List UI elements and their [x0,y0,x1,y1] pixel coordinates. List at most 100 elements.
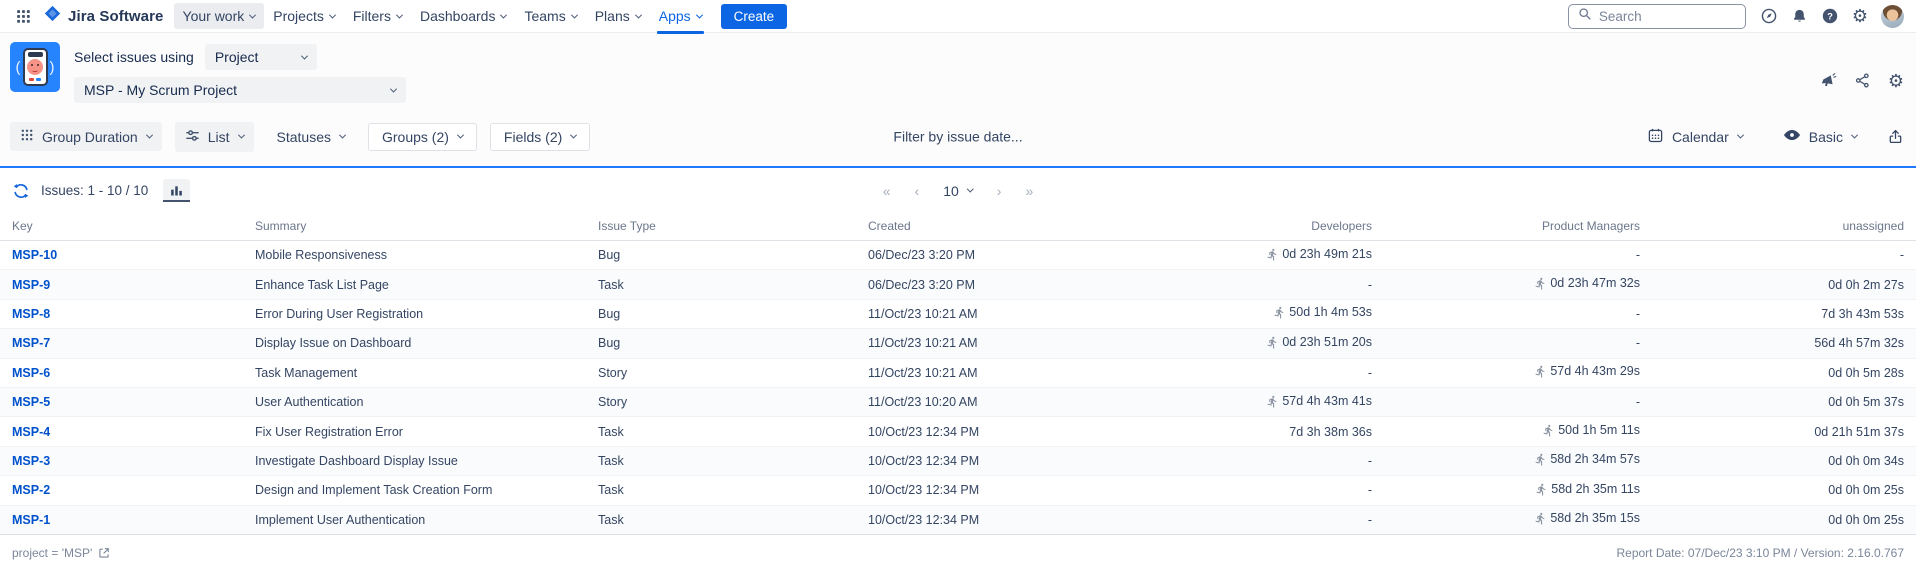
issue-key-link[interactable]: MSP-4 [12,425,50,439]
app-switcher-icon[interactable] [10,9,37,24]
search-input[interactable] [1599,9,1736,24]
nav-plans[interactable]: Plans [586,3,650,29]
global-search[interactable] [1568,4,1746,29]
jql-query-text: project = 'MSP' [12,546,92,560]
issue-key-link[interactable]: MSP-2 [12,483,50,497]
groups-button[interactable]: Groups (2) [368,123,477,151]
page-size-select[interactable]: 10 [943,183,973,199]
issue-summary-cell: Error During User Registration [255,307,598,321]
issue-key-link[interactable]: MSP-8 [12,307,50,321]
jira-logo[interactable]: Jira Software [43,4,164,28]
refresh-icon[interactable] [12,182,30,200]
help-icon[interactable]: ? [1821,7,1839,25]
product-managers-duration-cell: - [1372,248,1640,262]
issue-type-cell: Bug [598,307,868,321]
issue-summary-cell: Task Management [255,366,598,380]
nav-your-work[interactable]: Your work [174,3,265,29]
user-avatar[interactable] [1881,5,1904,28]
export-icon[interactable] [1887,128,1904,145]
col-header-unassigned[interactable]: unassigned [1640,219,1904,233]
chevron-down-icon [570,132,577,139]
jira-diamond-icon [43,4,62,28]
settings-gear-icon[interactable]: ⚙ [1852,7,1868,25]
view-list-button[interactable]: List [175,122,254,152]
issue-source-select[interactable]: Project [205,44,317,70]
col-header-issue-type[interactable]: Issue Type [598,219,868,233]
next-page-icon[interactable]: › [997,183,1002,199]
nav-apps[interactable]: Apps [650,3,711,29]
basic-mode-button[interactable]: Basic [1773,120,1867,153]
developers-duration-cell: - [1117,513,1372,527]
first-page-icon[interactable]: « [883,183,891,199]
issue-created-cell: 10/Oct/23 12:34 PM [868,425,1117,439]
product-managers-duration-cell: 0d 23h 47m 32s [1372,276,1640,293]
issue-created-cell: 11/Oct/23 10:21 AM [868,307,1117,321]
calendar-button[interactable]: Calendar [1637,121,1753,153]
external-link-icon[interactable] [98,547,110,559]
issue-key-link[interactable]: MSP-6 [12,366,50,380]
developers-duration-cell: - [1117,278,1372,292]
col-header-product-managers[interactable]: Product Managers [1372,219,1640,233]
issue-type-cell: Story [598,395,868,409]
nav-dashboards[interactable]: Dashboards [411,3,516,29]
nav-filters[interactable]: Filters [344,3,411,29]
running-timer-icon [1535,483,1548,496]
issue-type-cell: Bug [598,248,868,262]
discover-icon[interactable] [1760,7,1778,25]
issue-key-cell: MSP-9 [12,278,255,292]
report-meta-text: Report Date: 07/Dec/23 3:10 PM / Version… [1616,546,1904,560]
developers-duration-cell: - [1117,483,1372,497]
col-header-developers[interactable]: Developers [1117,219,1372,233]
issue-key-link[interactable]: MSP-5 [12,395,50,409]
issue-key-cell: MSP-7 [12,336,255,350]
footer: project = 'MSP' Report Date: 07/Dec/23 3… [0,535,1916,571]
notifications-bell-icon[interactable] [1791,8,1808,25]
product-managers-duration-cell: - [1372,336,1640,350]
running-timer-icon [1266,336,1279,349]
chart-view-icon[interactable] [163,179,190,202]
issue-created-cell: 10/Oct/23 12:34 PM [868,454,1117,468]
product-managers-duration-cell: 58d 2h 34m 57s [1372,452,1640,469]
create-button[interactable]: Create [721,4,788,29]
issue-created-cell: 10/Oct/23 12:34 PM [868,513,1117,527]
nav-teams[interactable]: Teams [515,3,585,29]
issue-type-cell: Bug [598,336,868,350]
group-duration-button[interactable]: Group Duration [10,122,162,151]
feedback-megaphone-icon[interactable] [1819,72,1837,90]
project-select[interactable]: MSP - My Scrum Project [74,77,406,103]
sliders-icon [185,128,200,146]
issue-type-cell: Task [598,425,868,439]
issue-key-link[interactable]: MSP-1 [12,513,50,527]
statuses-button[interactable]: Statuses [267,123,355,151]
col-header-created[interactable]: Created [868,219,1117,233]
issue-row: MSP-5User AuthenticationStory11/Oct/23 1… [0,388,1916,417]
col-header-key[interactable]: Key [12,219,255,233]
logo-text: Jira Software [68,8,164,25]
issue-key-link[interactable]: MSP-10 [12,248,57,262]
running-timer-icon [1534,453,1547,466]
app-logo-phone-icon: ( ) [10,42,60,92]
chevron-down-icon [237,132,244,139]
filter-by-date-input[interactable]: Filter by issue date... [893,128,1022,144]
issue-row: MSP-4Fix User Registration ErrorTask10/O… [0,417,1916,446]
developers-duration-cell: 0d 23h 49m 21s [1117,247,1372,264]
prev-page-icon[interactable]: ‹ [915,183,920,199]
last-page-icon[interactable]: » [1025,183,1033,199]
issues-bar: Issues: 1 - 10 / 10 « ‹ 10 › » [0,168,1916,211]
issue-key-cell: MSP-6 [12,366,255,380]
app-settings-gear-icon[interactable]: ⚙ [1888,72,1904,90]
unassigned-duration-cell: - [1640,248,1904,262]
share-icon[interactable] [1854,72,1871,89]
fields-button[interactable]: Fields (2) [490,123,590,151]
col-header-summary[interactable]: Summary [255,219,598,233]
developers-duration-cell: 57d 4h 43m 41s [1117,394,1372,411]
issue-key-link[interactable]: MSP-3 [12,454,50,468]
running-timer-icon [1266,248,1279,261]
issue-key-link[interactable]: MSP-9 [12,278,50,292]
nav-projects[interactable]: Projects [264,3,344,29]
unassigned-duration-cell: 0d 0h 0m 34s [1640,454,1904,468]
issue-summary-cell: User Authentication [255,395,598,409]
issue-key-link[interactable]: MSP-7 [12,336,50,350]
product-managers-duration-cell: 50d 1h 5m 11s [1372,423,1640,440]
unassigned-duration-cell: 7d 3h 43m 53s [1640,307,1904,321]
